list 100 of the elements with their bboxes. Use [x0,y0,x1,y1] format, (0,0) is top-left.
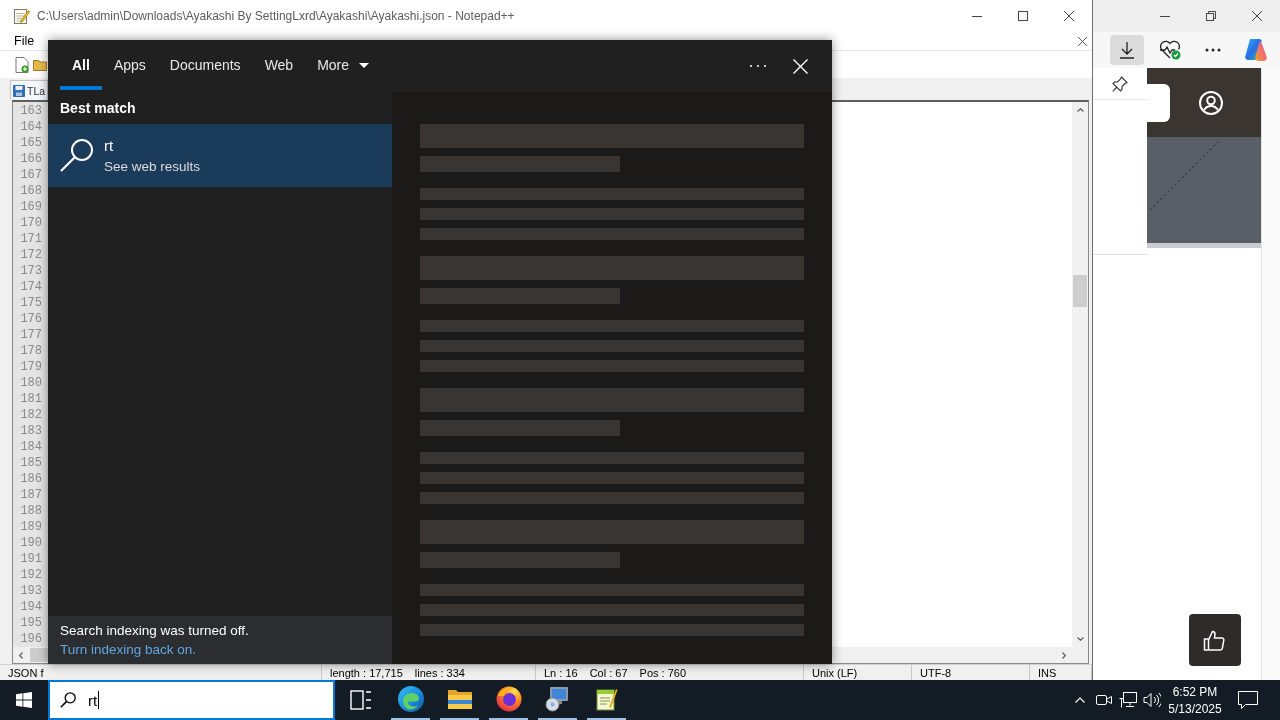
filter-tab[interactable]: All [60,40,102,90]
line-number: 180 [20,375,42,391]
line-number: 164 [20,119,42,135]
chevron-left-icon [19,651,23,659]
line-number: 176 [20,311,42,327]
status-text: Ln : 16 [544,666,578,679]
close-icon [1077,36,1087,46]
line-number: 188 [20,503,42,519]
clock-button[interactable]: 6:52 PM 5/13/2025 [1164,680,1226,720]
filter-tab[interactable]: Web [252,40,306,90]
speaker-icon [1143,692,1161,708]
status-text: Unix (LF) [812,666,858,679]
file-tab[interactable]: TLa [10,80,48,100]
line-number: 169 [20,199,42,215]
restore-icon [1206,11,1216,21]
line-number: 171 [20,231,42,247]
scrollbar-thumb[interactable] [1073,275,1087,307]
filter-tab[interactable]: Documents [157,40,253,90]
download-icon [1119,41,1135,59]
status-text: INS [1038,666,1057,679]
line-number: 191 [20,551,42,567]
ring-logo-icon [495,686,522,712]
minimize-icon [972,15,982,17]
status-text: Col : 67 [589,666,628,679]
line-number: 195 [20,615,42,631]
result-title: rt [104,137,115,154]
clock-date: 5/13/2025 [1168,701,1222,716]
network-icon [1119,692,1137,708]
close-icon [792,58,808,74]
line-number: 177 [20,327,42,343]
close-icon [1252,11,1262,21]
line-number: 186 [20,471,42,487]
computer-disc-icon [544,686,571,712]
thumbs-up-icon [1203,628,1227,652]
notepad-icon [14,8,30,24]
new-file-icon[interactable] [15,56,29,73]
line-number: 167 [20,167,42,183]
message-icon [1238,691,1258,709]
line-number: 174 [20,279,42,295]
line-number: 193 [20,583,42,599]
line-number: 185 [20,455,42,471]
result-subtitle: See web results [104,159,201,174]
search-result-item[interactable]: rt See web results [48,124,392,187]
line-number: 189 [20,519,42,535]
logo-icon [1244,38,1268,62]
notepad-icon [595,687,618,711]
line-number: 173 [20,263,42,279]
line-number: 187 [20,487,42,503]
line-number: 170 [20,215,42,231]
heart-pulse-icon [1159,40,1181,60]
status-text: length : 17,715 [330,666,403,679]
line-number: 166 [20,151,42,167]
scrollbar-thumb[interactable] [30,648,48,662]
filter-tab[interactable]: More [305,40,382,90]
line-number: 168 [20,183,42,199]
text-cursor-icon [98,691,100,709]
line-number: 172 [20,247,42,263]
line-number: 179 [20,359,42,375]
filter-tab[interactable]: Apps [101,40,158,90]
line-number: 183 [20,423,42,439]
pin-icon [1112,75,1128,92]
windows-logo-icon [16,692,32,708]
line-number: 182 [20,407,42,423]
status-text: Pos : 760 [639,666,687,679]
indexing-link[interactable]: Turn indexing back on. [60,642,197,657]
line-number: 163 [20,103,42,119]
close-icon [1064,11,1074,21]
chevron-down-icon [1076,637,1084,641]
line-number: 181 [20,391,42,407]
status-text: UTF-8 [920,666,952,679]
maximize-icon [1018,11,1028,21]
video-camera-icon [1096,693,1112,707]
menu-item[interactable]: File [9,32,40,50]
search-field[interactable] [1147,83,1170,122]
more-options-icon [1205,48,1221,52]
minimize-icon [1160,15,1170,17]
chevron-up-icon [1076,108,1084,112]
status-text: lines : 334 [414,666,465,679]
search-field[interactable]: rt [48,680,335,720]
folder-icon [446,688,473,710]
section-heading: Best match [59,99,137,118]
chevron-right-icon [1062,651,1066,659]
line-number: 192 [20,567,42,583]
clock-time: 6:52 PM [1172,684,1218,699]
line-number: 194 [20,599,42,615]
account-icon[interactable] [1199,90,1223,115]
search-icon [60,139,94,172]
line-number: 165 [20,135,42,151]
caret-down-icon [359,62,370,68]
line-number: 196 [20,631,42,647]
search-icon [60,692,76,708]
line-number: 190 [20,535,42,551]
downloads-button[interactable] [1110,35,1144,65]
line-number: 175 [20,295,42,311]
like-button[interactable] [1189,614,1241,666]
open-folder-icon[interactable] [33,58,47,71]
notice-text: Search indexing was turned off. [60,623,250,638]
chevron-up-icon [1075,697,1085,703]
swirl-logo-icon [397,686,424,712]
close-document-button[interactable] [1075,34,1089,48]
